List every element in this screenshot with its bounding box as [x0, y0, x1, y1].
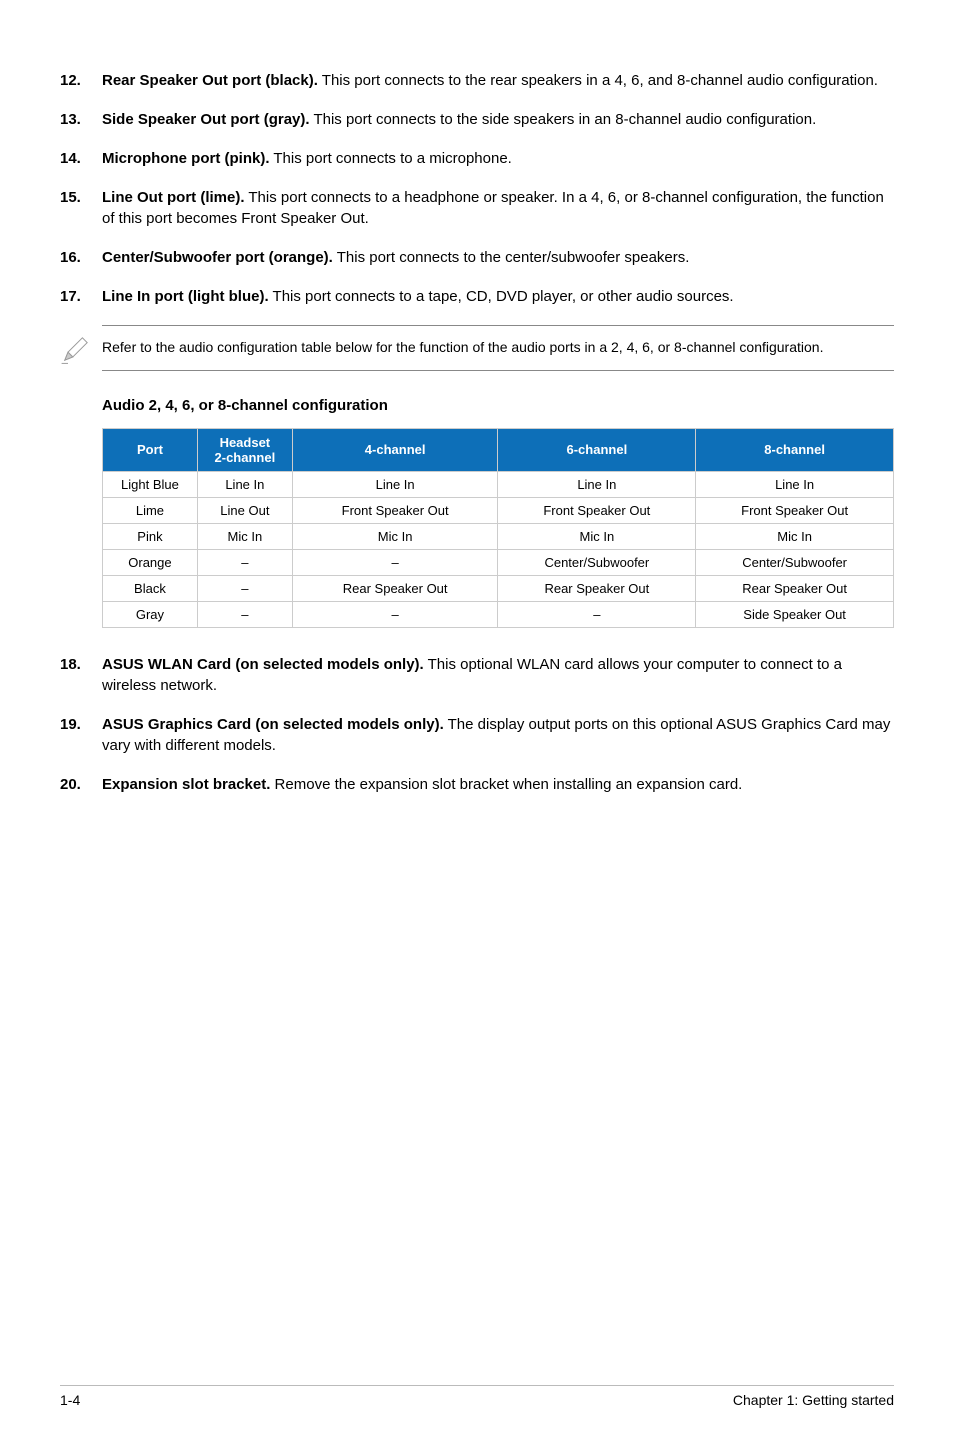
cell-port: Orange	[103, 549, 198, 575]
cell-2ch: Line Out	[197, 497, 292, 523]
item-bold: Rear Speaker Out port (black).	[102, 72, 318, 89]
item-bold: Side Speaker Out port (gray).	[102, 111, 310, 128]
cell-6ch: Rear Speaker Out	[498, 575, 696, 601]
table-row: Lime Line Out Front Speaker Out Front Sp…	[103, 497, 894, 523]
item-number: 18.	[60, 654, 102, 696]
item-number: 14.	[60, 148, 102, 169]
item-bold: Microphone port (pink).	[102, 150, 269, 167]
cell-8ch: Center/Subwoofer	[696, 549, 894, 575]
cell-6ch: Center/Subwoofer	[498, 549, 696, 575]
item-body: Expansion slot bracket. Remove the expan…	[102, 774, 894, 795]
cell-6ch: Line In	[498, 471, 696, 497]
cell-4ch: Line In	[292, 471, 498, 497]
pencil-icon	[60, 325, 102, 370]
item-text: This port connects to the center/subwoof…	[333, 249, 690, 266]
item-bold: Center/Subwoofer port (orange).	[102, 249, 333, 266]
item-body: Rear Speaker Out port (black). This port…	[102, 70, 894, 91]
list-item-17: 17. Line In port (light blue). This port…	[60, 286, 894, 307]
item-body: Line Out port (lime). This port connects…	[102, 187, 894, 229]
cell-4ch: Front Speaker Out	[292, 497, 498, 523]
item-body: Line In port (light blue). This port con…	[102, 286, 894, 307]
item-bold: Line In port (light blue).	[102, 288, 269, 305]
item-number: 12.	[60, 70, 102, 91]
item-body: ASUS WLAN Card (on selected models only)…	[102, 654, 894, 696]
item-bold: Line Out port (lime).	[102, 189, 245, 206]
cell-2ch: –	[197, 549, 292, 575]
cell-port: Pink	[103, 523, 198, 549]
table-row: Gray – – – Side Speaker Out	[103, 601, 894, 627]
item-number: 17.	[60, 286, 102, 307]
audio-config-section: Audio 2, 4, 6, or 8-channel configuratio…	[102, 397, 894, 628]
item-text: This port connects to the rear speakers …	[318, 72, 878, 89]
cell-4ch: –	[292, 601, 498, 627]
audio-config-table: Port Headset2-channel 4-channel 6-channe…	[102, 428, 894, 628]
item-bold: Expansion slot bracket.	[102, 776, 270, 793]
cell-8ch: Mic In	[696, 523, 894, 549]
item-number: 16.	[60, 247, 102, 268]
page-number: 1-4	[60, 1392, 80, 1408]
cell-8ch: Line In	[696, 471, 894, 497]
cell-8ch: Rear Speaker Out	[696, 575, 894, 601]
table-row: Orange – – Center/Subwoofer Center/Subwo…	[103, 549, 894, 575]
item-body: Center/Subwoofer port (orange). This por…	[102, 247, 894, 268]
list-item-18: 18. ASUS WLAN Card (on selected models o…	[60, 654, 894, 696]
th-port: Port	[103, 428, 198, 471]
cell-8ch: Front Speaker Out	[696, 497, 894, 523]
item-number: 20.	[60, 774, 102, 795]
item-number: 19.	[60, 714, 102, 756]
th-6channel: 6-channel	[498, 428, 696, 471]
item-bold: ASUS WLAN Card (on selected models only)…	[102, 656, 424, 673]
cell-2ch: Mic In	[197, 523, 292, 549]
list-item-13: 13. Side Speaker Out port (gray). This p…	[60, 109, 894, 130]
cell-8ch: Side Speaker Out	[696, 601, 894, 627]
cell-2ch: Line In	[197, 471, 292, 497]
th-8channel: 8-channel	[696, 428, 894, 471]
list-item-16: 16. Center/Subwoofer port (orange). This…	[60, 247, 894, 268]
note-block: Refer to the audio configuration table b…	[60, 325, 894, 371]
item-bold: ASUS Graphics Card (on selected models o…	[102, 716, 444, 733]
cell-port: Light Blue	[103, 471, 198, 497]
cell-4ch: Mic In	[292, 523, 498, 549]
cell-4ch: –	[292, 549, 498, 575]
item-number: 15.	[60, 187, 102, 229]
item-text: This port connects to a microphone.	[269, 150, 511, 167]
table-title: Audio 2, 4, 6, or 8-channel configuratio…	[102, 397, 894, 414]
list-item-19: 19. ASUS Graphics Card (on selected mode…	[60, 714, 894, 756]
item-body: Microphone port (pink). This port connec…	[102, 148, 894, 169]
cell-6ch: Mic In	[498, 523, 696, 549]
item-text: This port connects to the side speakers …	[310, 111, 817, 128]
item-number: 13.	[60, 109, 102, 130]
list-item-12: 12. Rear Speaker Out port (black). This …	[60, 70, 894, 91]
cell-4ch: Rear Speaker Out	[292, 575, 498, 601]
cell-2ch: –	[197, 575, 292, 601]
list-item-14: 14. Microphone port (pink). This port co…	[60, 148, 894, 169]
cell-port: Black	[103, 575, 198, 601]
item-text: This port connects to a tape, CD, DVD pl…	[269, 288, 734, 305]
cell-6ch: –	[498, 601, 696, 627]
page-footer: 1-4 Chapter 1: Getting started	[60, 1385, 894, 1408]
item-body: Side Speaker Out port (gray). This port …	[102, 109, 894, 130]
table-row: Pink Mic In Mic In Mic In Mic In	[103, 523, 894, 549]
item-text: Remove the expansion slot bracket when i…	[270, 776, 742, 793]
table-row: Black – Rear Speaker Out Rear Speaker Ou…	[103, 575, 894, 601]
cell-port: Gray	[103, 601, 198, 627]
list-item-15: 15. Line Out port (lime). This port conn…	[60, 187, 894, 229]
item-body: ASUS Graphics Card (on selected models o…	[102, 714, 894, 756]
th-2channel: Headset2-channel	[197, 428, 292, 471]
th-4channel: 4-channel	[292, 428, 498, 471]
note-text: Refer to the audio configuration table b…	[102, 325, 894, 371]
chapter-label: Chapter 1: Getting started	[733, 1392, 894, 1408]
cell-2ch: –	[197, 601, 292, 627]
cell-6ch: Front Speaker Out	[498, 497, 696, 523]
table-row: Light Blue Line In Line In Line In Line …	[103, 471, 894, 497]
list-item-20: 20. Expansion slot bracket. Remove the e…	[60, 774, 894, 795]
cell-port: Lime	[103, 497, 198, 523]
